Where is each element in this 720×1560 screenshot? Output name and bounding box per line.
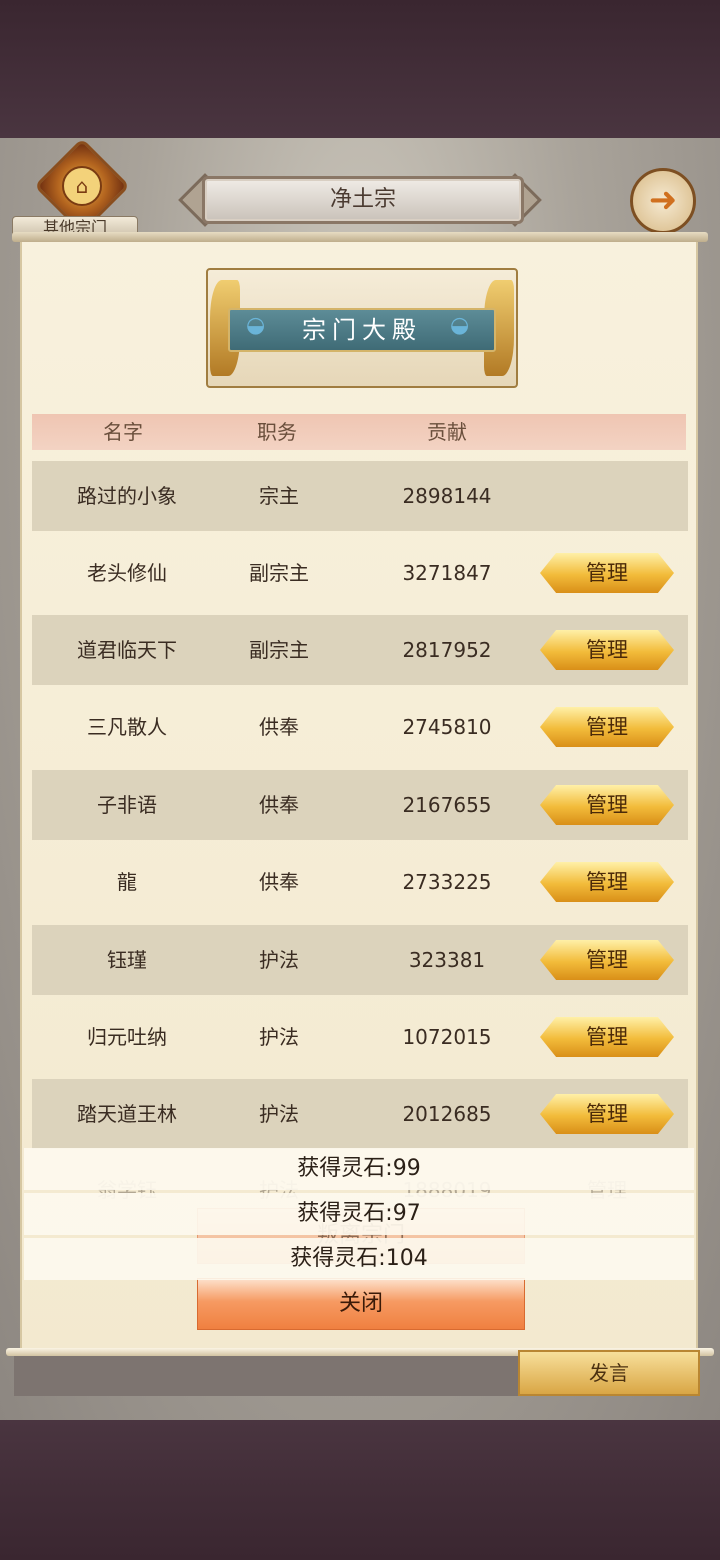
hall-banner: ◒ ◒ 宗门大殿 (206, 268, 518, 388)
member-contribution: 2012685 (402, 1102, 492, 1126)
manage-button[interactable]: 管理 (540, 630, 674, 670)
member-role: 护法 (259, 948, 299, 972)
table-row: 道君临天下 副宗主 2817952 管理 (32, 615, 688, 685)
member-role: 供奉 (259, 870, 299, 894)
member-contribution: 2898144 (402, 484, 492, 508)
chat-input-bar[interactable] (14, 1356, 518, 1396)
sect-name: 净土宗 (202, 176, 524, 224)
member-contribution: 1072015 (402, 1025, 492, 1049)
manage-button[interactable]: 管理 (540, 1017, 674, 1057)
member-role: 副宗主 (249, 638, 309, 662)
manage-button[interactable]: 管理 (540, 785, 674, 825)
manage-button[interactable]: 管理 (540, 940, 674, 980)
manage-button[interactable]: 管理 (540, 707, 674, 747)
member-role: 副宗主 (249, 561, 309, 585)
member-contribution: 2167655 (402, 793, 492, 817)
table-row: 三凡散人 供奉 2745810 管理 (32, 692, 688, 762)
post-button[interactable]: 发言 (518, 1350, 700, 1396)
member-role: 护法 (259, 1025, 299, 1049)
member-contribution: 323381 (408, 948, 486, 972)
back-button[interactable]: ➜ (630, 168, 696, 234)
table-row: 龍 供奉 2733225 管理 (32, 847, 688, 917)
member-contribution: 2745810 (402, 715, 492, 739)
table-row: 归元吐纳 护法 1072015 管理 (32, 1002, 688, 1072)
manage-button[interactable]: 管理 (540, 553, 674, 593)
gate-icon: ⌂ (62, 166, 102, 206)
back-arrow-icon: ➜ (648, 180, 678, 220)
table-header: 名字 职务 贡献 (32, 414, 686, 450)
scroll-rod-top (12, 232, 708, 242)
hall-title: 宗门大殿 (302, 316, 422, 344)
member-role: 供奉 (259, 715, 299, 739)
other-sects-button[interactable]: ⌂ 其他宗门 (12, 137, 138, 240)
column-header-contribution: 贡献 (427, 420, 467, 444)
table-row: 踏天道王林 护法 2012685 管理 (32, 1079, 688, 1149)
manage-button[interactable]: 管理 (540, 862, 674, 902)
reward-toast: 获得灵石:99 (24, 1148, 694, 1190)
member-role: 护法 (259, 1102, 299, 1126)
reward-toast: 获得灵石:97 (24, 1193, 694, 1235)
table-row: 老头修仙 副宗主 3271847 管理 (32, 538, 688, 608)
member-contribution: 2733225 (402, 870, 492, 894)
member-role: 供奉 (259, 793, 299, 817)
top-band (0, 0, 720, 138)
bottom-band (0, 1420, 720, 1560)
column-header-name: 名字 (103, 420, 143, 444)
reward-toast: 获得灵石:104 (24, 1238, 694, 1280)
table-row: 子非语 供奉 2167655 管理 (32, 770, 688, 840)
table-row: 钰瑾 护法 323381 管理 (32, 925, 688, 995)
manage-button[interactable]: 管理 (540, 1094, 674, 1134)
member-role: 宗主 (259, 484, 299, 508)
member-contribution: 3271847 (402, 561, 492, 585)
member-contribution: 2817952 (402, 638, 492, 662)
sect-title-plate: 净土宗 (178, 172, 542, 227)
table-row: 路过的小象 宗主 2898144 (32, 461, 688, 531)
column-header-role: 职务 (257, 420, 297, 444)
close-button[interactable]: 关闭 (197, 1278, 525, 1330)
